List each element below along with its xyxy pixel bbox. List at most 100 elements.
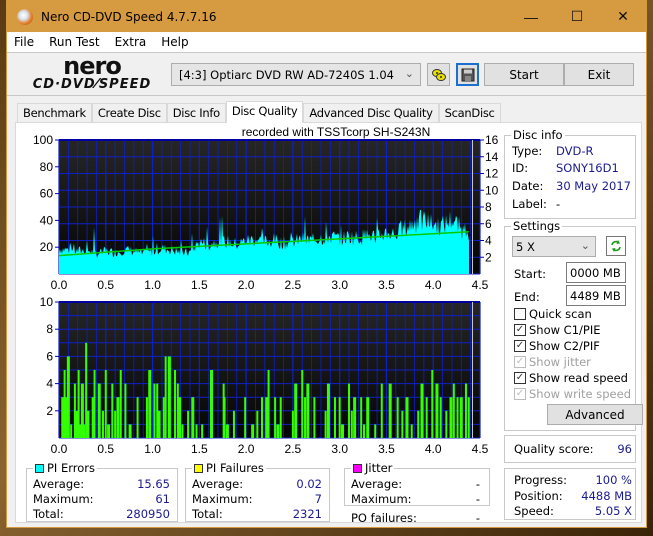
tab-benchmark[interactable]: Benchmark <box>17 103 92 123</box>
pi-failure-bar <box>388 383 392 438</box>
tab-bar: Benchmark Create Disc Disc Info Disc Qua… <box>17 101 501 123</box>
po-failures-label: PO failures: <box>351 511 417 525</box>
pi-failure-bar <box>244 397 247 438</box>
pi-failure-bar <box>405 397 409 438</box>
pi-failure-bar <box>425 397 428 438</box>
pi-failure-bar <box>464 383 467 438</box>
logo-nero-text: nero <box>63 52 122 80</box>
pi-failure-bar <box>435 383 439 438</box>
pi-errors-average-label: Average: <box>33 477 85 491</box>
checkbox-label: Show C1/PIE <box>529 323 601 337</box>
pi-failure-bar <box>431 370 434 438</box>
pi-errors-title: PI Errors <box>33 461 98 475</box>
checkmark-icon: ✓ <box>514 324 526 336</box>
pi-failure-bar <box>91 397 94 438</box>
jitter-maximum-label: Maximum: <box>351 492 412 506</box>
quick-scan-checkbox[interactable]: Quick scan <box>514 306 592 322</box>
x-tick-label: 0.5 <box>97 442 114 456</box>
pi-failure-bar <box>124 383 127 438</box>
menu-run-test[interactable]: Run Test <box>49 35 99 49</box>
nero-app-icon <box>17 8 33 25</box>
disc-label-label: Label: <box>512 197 547 211</box>
pi-failure-bar <box>119 370 122 438</box>
menu-bar: File Run Test Extra Help <box>7 32 646 52</box>
pi-failure-bar <box>274 397 277 438</box>
jitter-average-label: Average: <box>351 477 403 491</box>
show-c2-pif-checkbox[interactable]: ✓ Show C2/PIF <box>514 338 600 354</box>
x-tick-label: 2.0 <box>238 278 255 292</box>
pi-failure-bar <box>201 424 204 438</box>
pi-failure-bar <box>350 410 353 438</box>
menu-extra[interactable]: Extra <box>115 35 147 49</box>
pi-errors-average-value: 15.65 <box>137 477 170 491</box>
pi-failure-bar <box>223 397 226 438</box>
disc-id-label: ID: <box>512 161 529 175</box>
x-tick-label: 1.5 <box>191 278 208 292</box>
y2-tick-label: 8 <box>485 200 492 214</box>
end-label: End: <box>514 290 540 304</box>
pi-failure-bar <box>313 397 316 438</box>
tab-disc-info[interactable]: Disc Info <box>166 103 226 123</box>
disc-date-label: Date: <box>512 179 544 193</box>
start-button[interactable]: Start <box>484 63 564 86</box>
x-tick-label: 2.0 <box>238 442 255 456</box>
pi-failure-bar <box>267 370 270 438</box>
exit-button[interactable]: Exit <box>564 63 634 86</box>
x-tick-label: 4.0 <box>425 278 442 292</box>
x-tick-label: 4.0 <box>425 442 442 456</box>
maximize-button[interactable]: ☐ <box>554 1 600 32</box>
pi-failures-title-text: PI Failures <box>206 461 264 475</box>
pi-failure-bar <box>114 410 117 438</box>
pi-failure-bar <box>66 356 70 438</box>
pi-failure-bar <box>417 410 420 438</box>
po-failures-value: - <box>475 511 480 525</box>
y-tick-label: 6 <box>46 349 53 363</box>
minimize-button[interactable]: — <box>508 1 554 32</box>
end-input[interactable]: 4489 MB <box>566 285 626 306</box>
pi-failure-bar <box>107 424 111 438</box>
x-tick-label: 4.5 <box>472 442 489 456</box>
disc-label-value: - <box>556 197 561 211</box>
menu-file[interactable]: File <box>14 35 34 49</box>
refresh-icon <box>611 240 621 252</box>
pi-failure-bar <box>128 424 132 438</box>
pi-failure-bar <box>439 397 442 438</box>
speed-select[interactable]: 5 X ⌄ <box>512 236 596 257</box>
pi-failure-bar <box>304 397 307 438</box>
y2-tick-label: 12 <box>485 167 499 181</box>
tab-create-disc[interactable]: Create Disc <box>91 103 167 123</box>
logo-speed-text: CD·DVD⁄SPEED <box>32 77 152 92</box>
show-c1-pie-checkbox[interactable]: ✓ Show C1/PIE <box>514 322 601 338</box>
pi-failures-average-label: Average: <box>192 477 244 491</box>
show-write-speed-checkbox: ✓ Show write speed <box>514 386 631 402</box>
advanced-button[interactable]: Advanced <box>547 404 643 425</box>
close-button[interactable]: ✕ <box>600 1 646 32</box>
pi-failure-bar <box>445 410 448 438</box>
tab-disc-quality[interactable]: Disc Quality <box>225 101 304 123</box>
x-tick-label: 2.5 <box>285 278 302 292</box>
pi-failure-bar <box>232 410 235 438</box>
tab-scandisc[interactable]: ScanDisc <box>438 103 501 123</box>
tab-advanced-disc-quality[interactable]: Advanced Disc Quality <box>303 103 439 123</box>
disc-change-button[interactable] <box>427 63 450 86</box>
chevron-down-icon: ⌄ <box>580 239 590 252</box>
menu-help[interactable]: Help <box>161 35 188 49</box>
pi-failure-bar <box>86 410 90 438</box>
pi-failure-bar <box>261 397 264 438</box>
pi-failure-bar <box>338 397 341 438</box>
show-read-speed-checkbox[interactable]: ✓ Show read speed <box>514 370 628 386</box>
pi-failures-total-label: Total: <box>192 507 223 521</box>
x-tick-label: 1.0 <box>144 442 161 456</box>
checkbox-label: Show C2/PIF <box>529 339 600 353</box>
drive-select[interactable]: [4:3] Optiarc DVD RW AD-7240S 1.04 ⌄ <box>171 63 421 86</box>
refresh-speed-button[interactable] <box>606 236 626 256</box>
jitter-title-text: Jitter <box>365 461 393 475</box>
start-input[interactable]: 0000 MB <box>566 262 626 283</box>
y-tick-label: 20 <box>40 240 54 254</box>
x-tick-label: 3.5 <box>378 442 395 456</box>
pi-failure-bar <box>111 383 114 438</box>
save-button[interactable] <box>456 63 479 86</box>
pi-failure-bar <box>306 383 310 438</box>
pi-failure-bar <box>225 424 229 438</box>
pi-failure-bar <box>209 370 213 438</box>
